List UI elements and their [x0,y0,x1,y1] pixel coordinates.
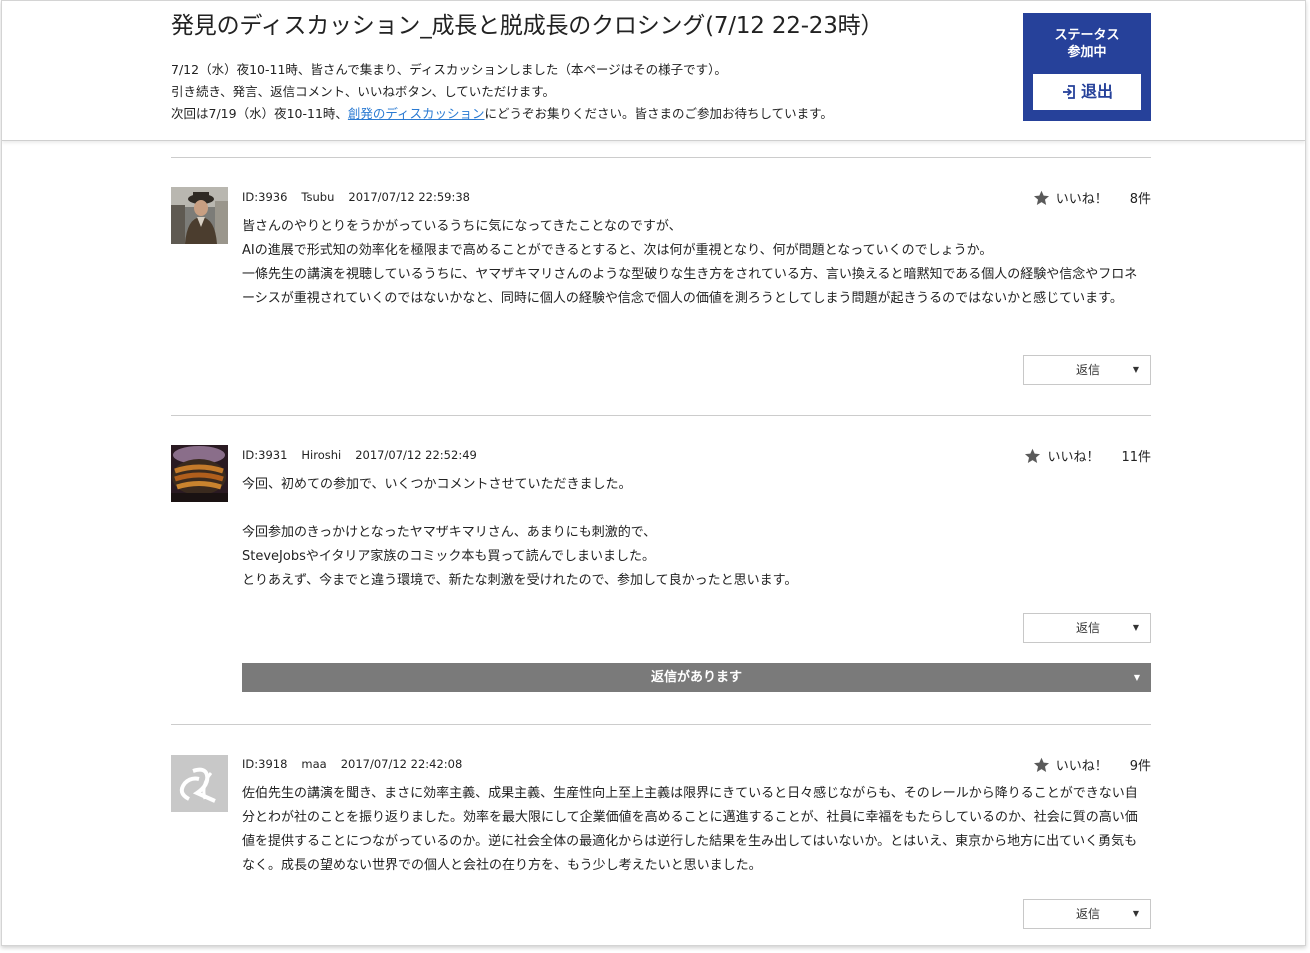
exit-button[interactable]: 退出 [1033,74,1141,110]
post-time: 2017/07/12 22:59:38 [348,190,470,204]
like-count: 9件 [1129,759,1151,774]
reply-button[interactable]: 返信 ▼ [1023,355,1151,385]
post-user[interactable]: Tsubu [301,190,334,204]
caret-down-icon: ▼ [1132,909,1139,918]
exit-icon [1062,85,1075,99]
post-line: とりあえず、今までと違う環境で、新たな刺激を受けれたので、参加して良かったと思い… [242,573,798,588]
status-label-line1: ステータス [1054,28,1120,43]
post-line: 一條先生の講演を視聴しているうちに、ヤマザキマリさんのような型破りな生き方をされ… [242,267,1138,306]
post-id: ID:3936 [242,190,288,204]
star-icon[interactable] [1033,190,1050,206]
caret-down-icon: ▼ [1132,365,1139,374]
star-icon[interactable] [1033,757,1050,773]
post-3918: ID:3918 maa 2017/07/12 22:42:08 いいね！ 9件 佐伯… [171,724,1151,945]
like-button[interactable]: いいね！ [1056,755,1108,774]
caret-down-icon: ▼ [1133,673,1140,682]
has-replies-bar[interactable]: 返信があります ▼ [242,663,1151,692]
page-frame: 発見のディスカッション_成長と脱成長のクロシング(7/12 22-23時） 7/… [1,0,1306,946]
like-button[interactable]: いいね！ [1047,446,1099,465]
post-line [242,497,1147,521]
like-count: 11件 [1121,450,1151,465]
like-area: いいね！ 9件 [1033,755,1151,774]
post-time: 2017/07/12 22:42:08 [340,757,463,771]
post-3936: ID:3936 Tsubu 2017/07/12 22:59:38 いいね！ 8件 … [171,157,1151,415]
header-desc-line3-prefix: 次回は7/19（水）夜10-11時、 [171,106,348,121]
reply-button-label: 返信 [1076,907,1101,921]
post-line: SteveJobsやイタリア家族のコミック本も買って読んでしまいました。 [242,549,656,564]
reply-button[interactable]: 返信 ▼ [1023,899,1151,929]
post-user[interactable]: Hiroshi [301,448,341,462]
avatar-hiroshi [171,445,228,502]
status-panel: ステータス 参加中 退出 [1023,13,1151,121]
post-meta: ID:3936 Tsubu 2017/07/12 22:59:38 [242,190,484,204]
status-label-line2: 参加中 [1067,45,1107,60]
header-desc-line1: 7/12（水）夜10-11時、皆さんで集まり、ディスカッションしました（本ページ… [171,62,727,77]
post-time: 2017/07/12 22:52:49 [355,448,477,462]
page-header: 発見のディスカッション_成長と脱成長のクロシング(7/12 22-23時） 7/… [2,1,1305,141]
header-desc-line3: 次回は7/19（水）夜10-11時、創発のディスカッションにどうぞお集りください… [171,103,833,125]
header-description: 7/12（水）夜10-11時、皆さんで集まり、ディスカッションしました（本ページ… [171,59,833,125]
post-body: 今回、初めての参加で、いくつかコメントさせていただきました。 今回参加のきっかけ… [242,473,1147,593]
post-line: 佐伯先生の講演を聞き、まさに効率主義、成果主義、生産性向上至上主義は限界にきてい… [242,786,1138,873]
like-area: いいね！ 11件 [1024,446,1151,465]
reply-button-label: 返信 [1076,363,1101,377]
post-id: ID:3931 [242,448,288,462]
header-desc-line2: 引き続き、発言、返信コメント、いいねボタン、していただけます。 [171,84,556,99]
header-desc-line3-suffix: にどうぞお集りください。皆さまのご参加お待ちしています。 [484,106,833,121]
like-area: いいね！ 8件 [1033,188,1151,207]
post-line: 今回、初めての参加で、いくつかコメントさせていただきました。 [242,477,632,492]
post-meta: ID:3931 Hiroshi 2017/07/12 22:52:49 [242,448,491,462]
post-body: 佐伯先生の講演を聞き、まさに効率主義、成果主義、生産性向上至上主義は限界にきてい… [242,782,1147,878]
post-meta: ID:3918 maa 2017/07/12 22:42:08 [242,757,476,771]
post-line: AIの進展で形式知の効率化を極限まで高めることができるとすると、次は何が重視とな… [242,243,993,258]
status-label: ステータス 参加中 [1023,27,1151,61]
post-line: 今回参加のきっかけとなったヤマザキマリさん、あまりにも刺激的で、 [242,525,657,540]
exit-button-label: 退出 [1080,82,1113,101]
page-title: 発見のディスカッション_成長と脱成長のクロシング(7/12 22-23時） [171,13,884,39]
post-user[interactable]: maa [301,757,326,771]
like-button[interactable]: いいね！ [1056,188,1108,207]
post-body: 皆さんのやりとりをうかがっているうちに気になってきたことなのですが、 AIの進展… [242,215,1147,311]
next-discussion-link[interactable]: 創発のディスカッション [348,106,485,121]
like-count: 8件 [1129,192,1151,207]
has-replies-label: 返信があります [650,670,742,685]
reply-button-label: 返信 [1076,621,1101,635]
caret-down-icon: ▼ [1132,623,1139,632]
avatar-tsubu [171,187,228,244]
star-icon[interactable] [1024,448,1041,464]
post-3931: ID:3931 Hiroshi 2017/07/12 22:52:49 いいね！ 1… [171,415,1151,724]
reply-button[interactable]: 返信 ▼ [1023,613,1151,643]
post-id: ID:3918 [242,757,288,771]
post-line: 皆さんのやりとりをうかがっているうちに気になってきたことなのですが、 [242,219,682,234]
avatar-maa [171,755,228,812]
